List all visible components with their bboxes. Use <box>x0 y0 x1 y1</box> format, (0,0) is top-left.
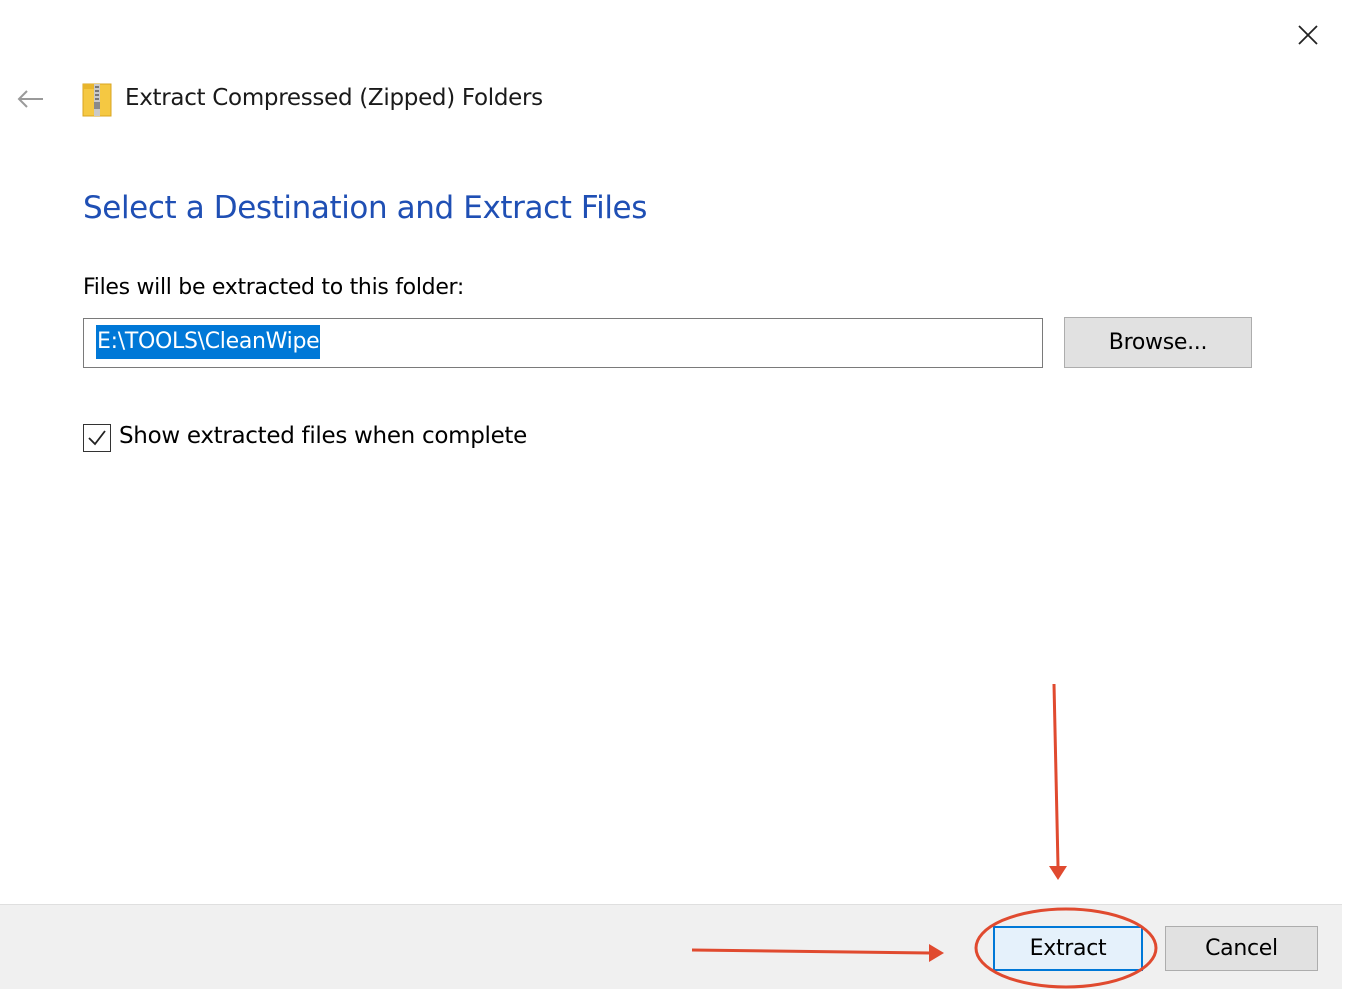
extract-button[interactable]: Extract <box>993 926 1143 971</box>
zip-folder-icon <box>82 82 112 118</box>
browse-button[interactable]: Browse... <box>1064 317 1252 368</box>
arrow-left-icon <box>17 90 43 108</box>
annotation-overlay <box>691 683 1158 989</box>
extract-dialog: Extract Compressed (Zipped) Folders Sele… <box>0 0 1345 989</box>
close-icon <box>1298 25 1318 45</box>
annotation-arrow-down <box>1049 683 1067 880</box>
destination-path-value: E:\TOOLS\CleanWipe <box>96 325 321 359</box>
destination-path-input[interactable]: E:\TOOLS\CleanWipe <box>83 318 1043 368</box>
cancel-button[interactable]: Cancel <box>1165 926 1318 971</box>
destination-label: Files will be extracted to this folder: <box>83 275 465 300</box>
page-heading: Select a Destination and Extract Files <box>83 190 647 226</box>
close-button[interactable] <box>1284 14 1330 54</box>
checkmark-icon <box>88 430 106 446</box>
show-files-label[interactable]: Show extracted files when complete <box>119 423 527 449</box>
back-button[interactable] <box>12 84 50 114</box>
show-files-checkbox[interactable] <box>83 424 111 452</box>
window-title: Extract Compressed (Zipped) Folders <box>125 85 543 111</box>
